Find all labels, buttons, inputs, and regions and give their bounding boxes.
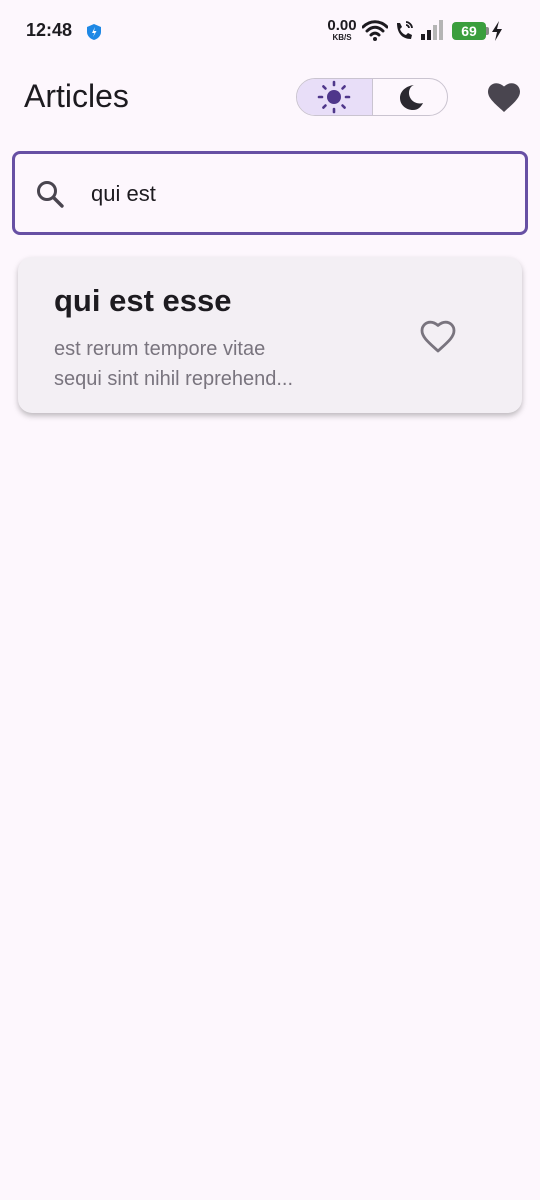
- article-title: qui est esse: [54, 283, 232, 318]
- signal-icon: [421, 20, 443, 40]
- wifi-icon: [362, 20, 388, 41]
- network-speed-value: 0.00: [327, 17, 357, 34]
- network-speed-unit: KB/S: [332, 33, 352, 42]
- search-field: [12, 151, 528, 235]
- article-body-line: est rerum tempore vitae: [54, 338, 266, 360]
- article-card[interactable]: qui est esse est rerum tempore vitae seq…: [18, 257, 522, 413]
- moon-icon: [399, 85, 423, 110]
- favorite-toggle-button[interactable]: [418, 317, 458, 357]
- theme-dark-button[interactable]: [373, 79, 448, 115]
- theme-light-button[interactable]: [297, 79, 373, 115]
- shield-icon: [87, 24, 101, 40]
- theme-toggle: [296, 78, 448, 116]
- search-icon: [37, 181, 64, 208]
- article-body: est rerum tempore vitae sequi sint nihil…: [54, 334, 344, 394]
- search-input[interactable]: [91, 174, 491, 214]
- battery-icon: 69: [452, 22, 486, 40]
- battery-level: 69: [461, 23, 477, 39]
- page-title: Articles: [24, 78, 129, 114]
- sun-icon: [317, 80, 351, 114]
- article-body-line: sequi sint nihil reprehend...: [54, 368, 294, 390]
- status-time: 12:48: [26, 20, 73, 40]
- heart-outline-icon: [420, 320, 456, 353]
- battery-tip: [486, 27, 489, 35]
- bolt-icon: [492, 21, 502, 41]
- network-speed: 0.00 KB/S: [326, 18, 358, 42]
- favorites-button[interactable]: [486, 80, 522, 116]
- app-bar: Articles: [0, 62, 540, 134]
- call-icon: [397, 21, 413, 39]
- status-bar: 12:48 0.00 KB/S 69: [0, 0, 540, 62]
- heart-filled-icon: [488, 83, 520, 112]
